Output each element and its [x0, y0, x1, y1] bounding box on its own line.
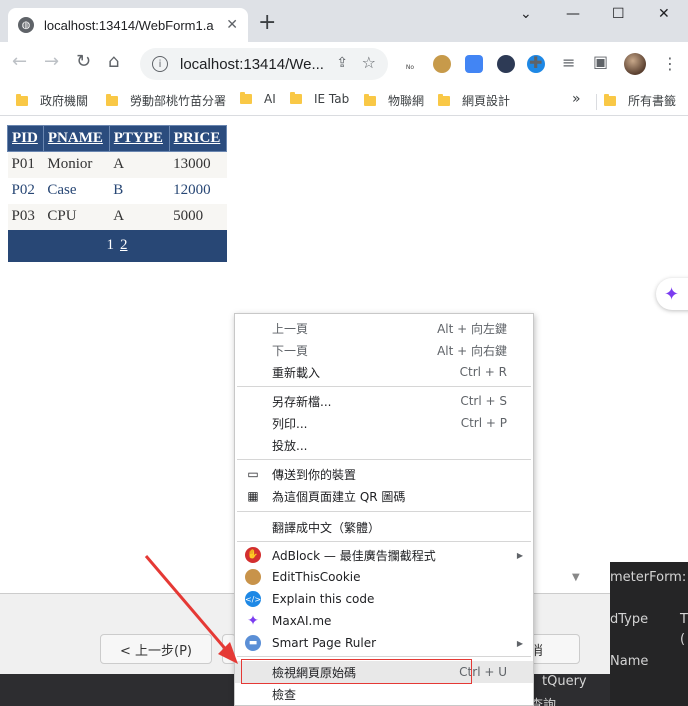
annotation-arrow [144, 555, 238, 664]
arrow-line [144, 555, 230, 653]
